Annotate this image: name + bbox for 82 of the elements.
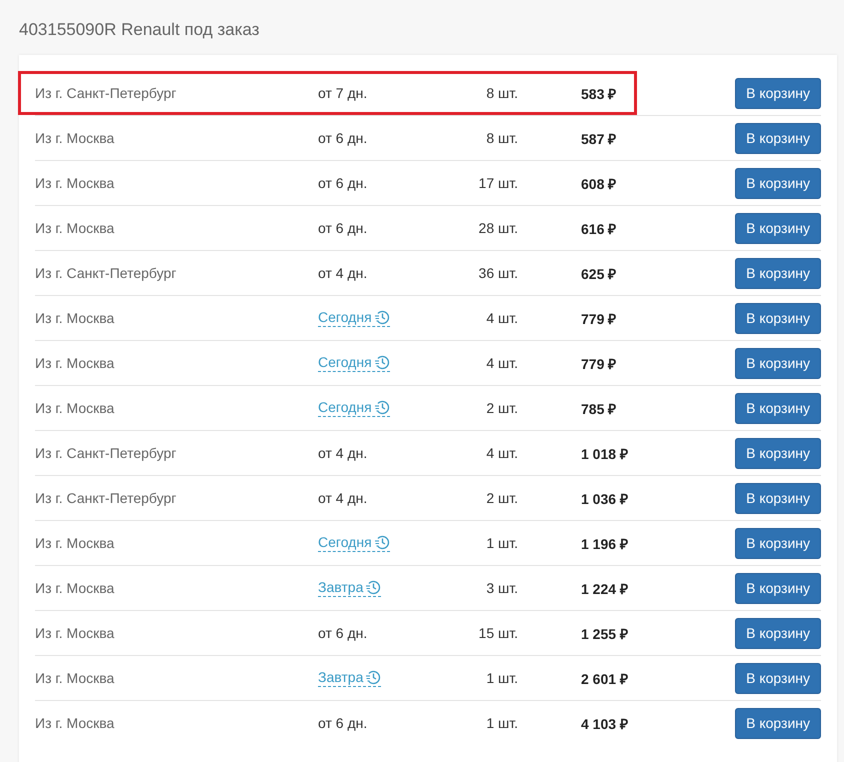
delivery-term: от 6 дн. [318,130,368,146]
delivery-term: от 4 дн. [318,445,368,461]
origin-city: Из г. Москва [35,355,116,371]
clock-icon [374,399,390,415]
add-to-cart-button[interactable]: В корзину [735,572,821,604]
quantity: 4 шт. [485,310,518,326]
price: 616 ₽ [580,220,618,238]
add-to-cart-button[interactable]: В корзину [735,212,821,244]
quantity: 1 шт. [485,715,518,731]
quantity: 17 шт. [478,175,518,191]
clock-icon [365,579,382,595]
price: 587 ₽ [580,130,618,148]
add-to-cart-button[interactable]: В корзину [735,258,821,288]
origin-city: Из г. Москва [35,175,116,191]
add-to-cart-button[interactable]: В корзину [735,528,821,558]
clock-icon [374,309,390,325]
delivery-link[interactable]: Сегодня [318,534,390,552]
delivery-link[interactable]: Сегодня [318,354,390,372]
add-to-cart-button[interactable]: В корзину [735,348,821,378]
quantity: 4 шт. [485,355,518,371]
delivery-term: от 6 дн. [318,715,368,731]
quantity: 15 шт. [478,625,518,641]
price: 1 255 ₽ [580,624,629,642]
quantity: 1 шт. [485,670,518,686]
price: 779 ₽ [580,354,618,372]
price: 2 601 ₽ [580,670,629,688]
add-to-cart-button[interactable]: В корзину [735,392,821,424]
quantity: 3 шт. [485,580,518,596]
quantity: 2 шт. [485,400,518,416]
delivery-link[interactable]: Завтра [318,669,382,687]
add-to-cart-button[interactable]: В корзину [735,122,821,154]
origin-city: Из г. Москва [35,535,116,551]
delivery-term: от 6 дн. [318,220,368,236]
price: 4 103 ₽ [580,714,629,732]
add-to-cart-button[interactable]: В корзину [735,662,821,694]
add-to-cart-button[interactable]: В корзину [735,302,821,334]
price: 779 ₽ [580,310,618,328]
quantity: 2 шт. [485,490,518,506]
add-to-cart-button[interactable]: В корзину [735,78,821,108]
origin-city: Из г. Москва [35,310,116,326]
origin-city: Из г. Санкт-Петербург [35,445,178,461]
origin-city: Из г. Москва [35,220,116,236]
clock-icon [374,354,390,370]
price: 1 196 ₽ [580,534,629,552]
origin-city: Из г. Москва [35,400,116,416]
delivery-term: от 7 дн. [318,85,368,101]
quantity: 8 шт. [485,130,518,146]
price: 1 036 ₽ [580,490,629,508]
origin-city: Из г. Москва [35,130,116,146]
delivery-link[interactable]: Сегодня [318,309,390,327]
add-to-cart-button[interactable]: В корзину [735,438,821,468]
quantity: 36 шт. [478,265,518,281]
clock-icon [374,534,390,550]
price: 583 ₽ [580,84,618,102]
origin-city: Из г. Санкт-Петербург [35,265,178,281]
add-to-cart-button[interactable]: В корзину [735,482,821,514]
clock-icon [365,669,382,685]
price: 1 018 ₽ [580,444,629,462]
quantity: 1 шт. [485,535,518,551]
add-to-cart-button[interactable]: В корзину [735,618,821,648]
quantity: 8 шт. [485,85,518,101]
price: 608 ₽ [580,174,618,192]
origin-city: Из г. Москва [35,715,116,731]
origin-city: Из г. Санкт-Петербург [35,490,178,506]
origin-city: Из г. Москва [35,625,116,641]
delivery-term: от 4 дн. [318,490,368,506]
origin-city: Из г. Санкт-Петербург [35,85,178,101]
price: 785 ₽ [580,400,618,418]
origin-city: Из г. Москва [35,580,116,596]
add-to-cart-button[interactable]: В корзину [735,708,821,738]
price: 1 224 ₽ [580,580,629,598]
delivery-term: от 6 дн. [318,625,368,641]
add-to-cart-button[interactable]: В корзину [735,168,821,198]
delivery-term: от 6 дн. [318,175,368,191]
delivery-link[interactable]: Завтра [318,579,382,597]
quantity: 4 шт. [485,445,518,461]
price: 625 ₽ [580,264,618,282]
page-title: 403155090R Renault под заказ [18,19,260,41]
delivery-term: от 4 дн. [318,265,368,281]
delivery-link[interactable]: Сегодня [318,399,390,417]
quantity: 28 шт. [478,220,518,236]
origin-city: Из г. Москва [35,670,116,686]
